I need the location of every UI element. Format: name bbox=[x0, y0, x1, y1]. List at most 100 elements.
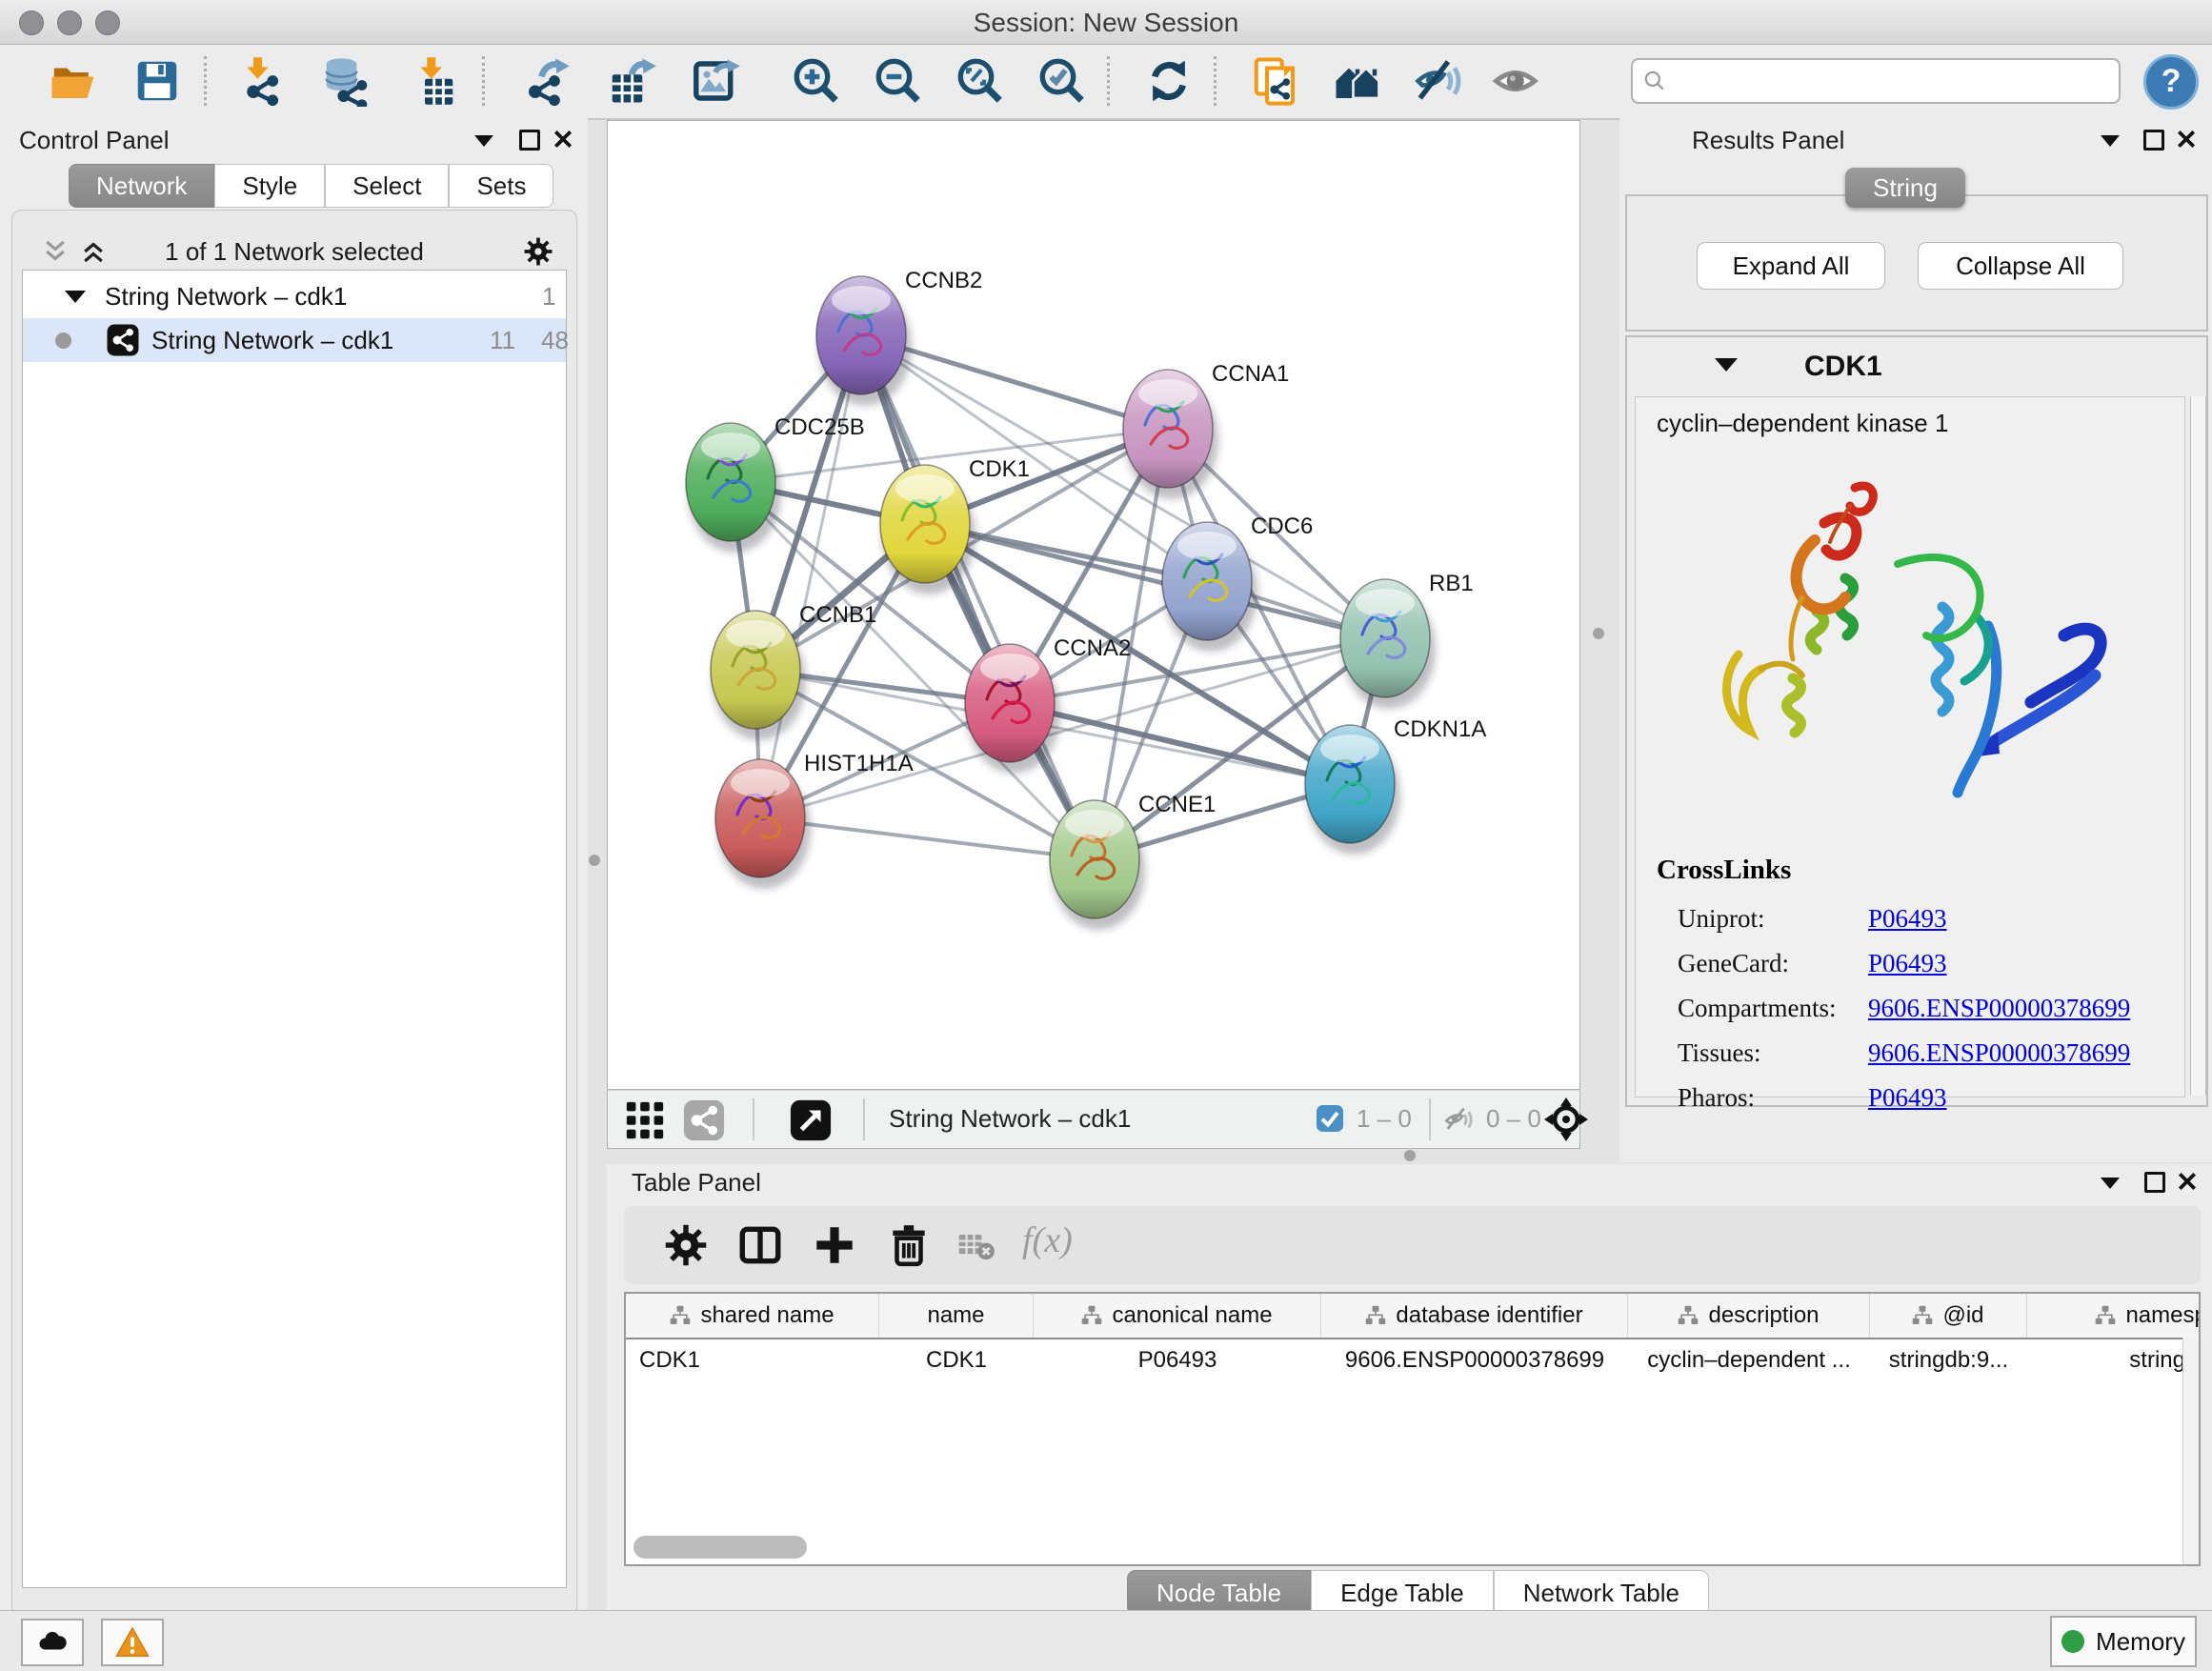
column-header-canonicalname[interactable]: canonical name bbox=[1034, 1294, 1321, 1338]
import-network-file-button[interactable] bbox=[236, 55, 288, 107]
collapse-triangle-icon[interactable] bbox=[1715, 358, 1738, 372]
zoom-fit-button[interactable] bbox=[955, 55, 1006, 107]
close-panel-icon[interactable] bbox=[553, 129, 573, 150]
network-row[interactable]: String Network – cdk1 11 48 bbox=[23, 318, 566, 362]
network-graph[interactable]: CCNB2CCNA1CDC25BCDK1CDC6RB1CCNB1CCNA2CDK… bbox=[608, 121, 1579, 1089]
network-edge[interactable] bbox=[861, 335, 1095, 859]
export-image-button[interactable] bbox=[690, 55, 741, 107]
network-node[interactable]: CCNB2 bbox=[816, 268, 982, 406]
tab-node-table[interactable]: Node Table bbox=[1127, 1570, 1311, 1616]
birds-eye-toggle-button[interactable] bbox=[1543, 1097, 1589, 1147]
network-edge[interactable] bbox=[760, 335, 861, 818]
delete-column-button[interactable] bbox=[885, 1221, 933, 1269]
table-cell[interactable]: CDK1 bbox=[879, 1339, 1034, 1381]
warnings-button[interactable] bbox=[101, 1619, 164, 1666]
table-horizontal-scrollbar[interactable] bbox=[633, 1536, 807, 1559]
collapse-all-button[interactable]: Collapse All bbox=[1918, 242, 2123, 290]
tab-network[interactable]: Network bbox=[69, 164, 214, 208]
zoom-out-button[interactable] bbox=[873, 55, 924, 107]
network-canvas[interactable]: CCNB2CCNA1CDC25BCDK1CDC6RB1CCNB1CCNA2CDK… bbox=[607, 120, 1580, 1090]
column-header-id[interactable]: @id bbox=[1870, 1294, 2027, 1338]
clone-network-button[interactable] bbox=[1250, 55, 1301, 107]
crosslink-value-link[interactable]: P06493 bbox=[1868, 949, 1947, 978]
expand-all-button[interactable]: Expand All bbox=[1697, 242, 1885, 290]
table-row[interactable]: CDK1CDK1P064939606.ENSP00000378699cyclin… bbox=[626, 1339, 2199, 1381]
column-header-sharedname[interactable]: shared name bbox=[626, 1294, 879, 1338]
crosslink-value-link[interactable]: P06493 bbox=[1868, 904, 1947, 934]
maximize-panel-icon[interactable] bbox=[2144, 1172, 2165, 1193]
crosslink-value-link[interactable]: P06493 bbox=[1868, 1083, 1947, 1113]
detach-view-button[interactable] bbox=[789, 1098, 833, 1147]
table-cell[interactable]: stringdb:9... bbox=[1870, 1339, 2027, 1381]
network-node[interactable]: HIST1H1A bbox=[715, 751, 914, 889]
export-table-button[interactable] bbox=[606, 55, 657, 107]
tab-sets[interactable]: Sets bbox=[449, 164, 553, 208]
zoom-selected-button[interactable] bbox=[1036, 55, 1088, 107]
column-header-name[interactable]: name bbox=[879, 1294, 1034, 1338]
bottom-splitter-handle[interactable] bbox=[1404, 1150, 1416, 1161]
zoom-in-button[interactable] bbox=[791, 55, 842, 107]
table-cell[interactable]: CDK1 bbox=[626, 1339, 879, 1381]
network-node[interactable]: CDC25B bbox=[686, 414, 865, 553]
float-panel-icon[interactable] bbox=[2101, 1178, 2120, 1189]
tab-style[interactable]: Style bbox=[214, 164, 325, 208]
function-builder-button-disabled[interactable]: f(x) bbox=[1022, 1219, 1073, 1261]
network-node[interactable]: CDKN1A bbox=[1305, 716, 1486, 855]
create-column-button[interactable] bbox=[811, 1221, 858, 1269]
column-header-description[interactable]: description bbox=[1628, 1294, 1870, 1338]
open-session-button[interactable] bbox=[48, 55, 99, 107]
home-button[interactable] bbox=[1332, 55, 1383, 107]
network-node[interactable]: RB1 bbox=[1340, 571, 1474, 709]
float-panel-icon[interactable] bbox=[474, 135, 493, 147]
tab-network-table[interactable]: Network Table bbox=[1494, 1570, 1709, 1616]
network-node[interactable]: CCNB1 bbox=[711, 602, 876, 740]
left-splitter-handle[interactable] bbox=[589, 855, 600, 866]
maximize-panel-icon[interactable] bbox=[2143, 130, 2164, 151]
gear-icon[interactable] bbox=[522, 235, 554, 268]
network-node[interactable]: CCNE1 bbox=[1050, 792, 1216, 930]
table-cell[interactable]: 9606.ENSP00000378699 bbox=[1321, 1339, 1628, 1381]
refresh-button[interactable] bbox=[1143, 55, 1195, 107]
show-columns-button[interactable] bbox=[736, 1221, 784, 1269]
export-network-button[interactable] bbox=[520, 55, 572, 107]
network-node[interactable]: CCNA1 bbox=[1123, 361, 1289, 499]
network-collection-row[interactable]: String Network – cdk1 1 bbox=[23, 274, 566, 318]
delete-table-button-disabled[interactable] bbox=[955, 1221, 997, 1269]
cloud-status-button[interactable] bbox=[21, 1619, 84, 1666]
hidden-items-button[interactable] bbox=[1442, 1103, 1475, 1140]
selected-checkbox[interactable] bbox=[1315, 1103, 1345, 1138]
table-cell[interactable]: cyclin–dependent ... bbox=[1628, 1339, 1870, 1381]
hide-unselected-button[interactable] bbox=[1414, 55, 1465, 107]
table-vertical-scrollbar[interactable] bbox=[2182, 1338, 2199, 1564]
memory-button[interactable]: Memory bbox=[2050, 1616, 2197, 1667]
tab-edge-table[interactable]: Edge Table bbox=[1311, 1570, 1494, 1616]
float-panel-icon[interactable] bbox=[2101, 135, 2120, 147]
crosslink-value-link[interactable]: 9606.ENSP00000378699 bbox=[1868, 994, 2130, 1023]
results-scrollbar[interactable] bbox=[2190, 396, 2206, 1096]
network-node[interactable]: CCNA2 bbox=[965, 635, 1131, 774]
import-table-file-button[interactable] bbox=[408, 55, 459, 107]
help-button[interactable]: ? bbox=[2143, 54, 2199, 110]
search-input[interactable] bbox=[1667, 67, 2081, 95]
node-result-header[interactable]: CDK1 bbox=[1627, 337, 2206, 396]
network-view-button[interactable] bbox=[682, 1098, 726, 1147]
tab-string[interactable]: String bbox=[1845, 168, 1965, 208]
table-cell[interactable]: stringdb bbox=[2027, 1339, 2201, 1381]
close-panel-icon[interactable] bbox=[2177, 1171, 2198, 1192]
right-splitter-handle[interactable] bbox=[1593, 628, 1604, 639]
grid-view-button[interactable] bbox=[623, 1098, 667, 1147]
tab-select[interactable]: Select bbox=[325, 164, 449, 208]
table-cell[interactable]: P06493 bbox=[1034, 1339, 1321, 1381]
column-header-namespace[interactable]: namespace bbox=[2027, 1294, 2201, 1338]
network-edge[interactable] bbox=[1010, 703, 1350, 784]
column-header-databaseidentifier[interactable]: database identifier bbox=[1321, 1294, 1628, 1338]
table-settings-button[interactable] bbox=[662, 1221, 710, 1269]
crosslink-value-link[interactable]: 9606.ENSP00000378699 bbox=[1868, 1038, 2130, 1068]
import-network-database-button[interactable] bbox=[320, 55, 372, 107]
collapse-triangle-icon[interactable] bbox=[65, 291, 86, 303]
show-all-button[interactable] bbox=[1492, 55, 1543, 107]
network-edge[interactable] bbox=[925, 524, 1385, 638]
save-session-button[interactable] bbox=[131, 55, 183, 107]
maximize-panel-icon[interactable] bbox=[519, 130, 540, 151]
close-panel-icon[interactable] bbox=[2176, 129, 2197, 150]
